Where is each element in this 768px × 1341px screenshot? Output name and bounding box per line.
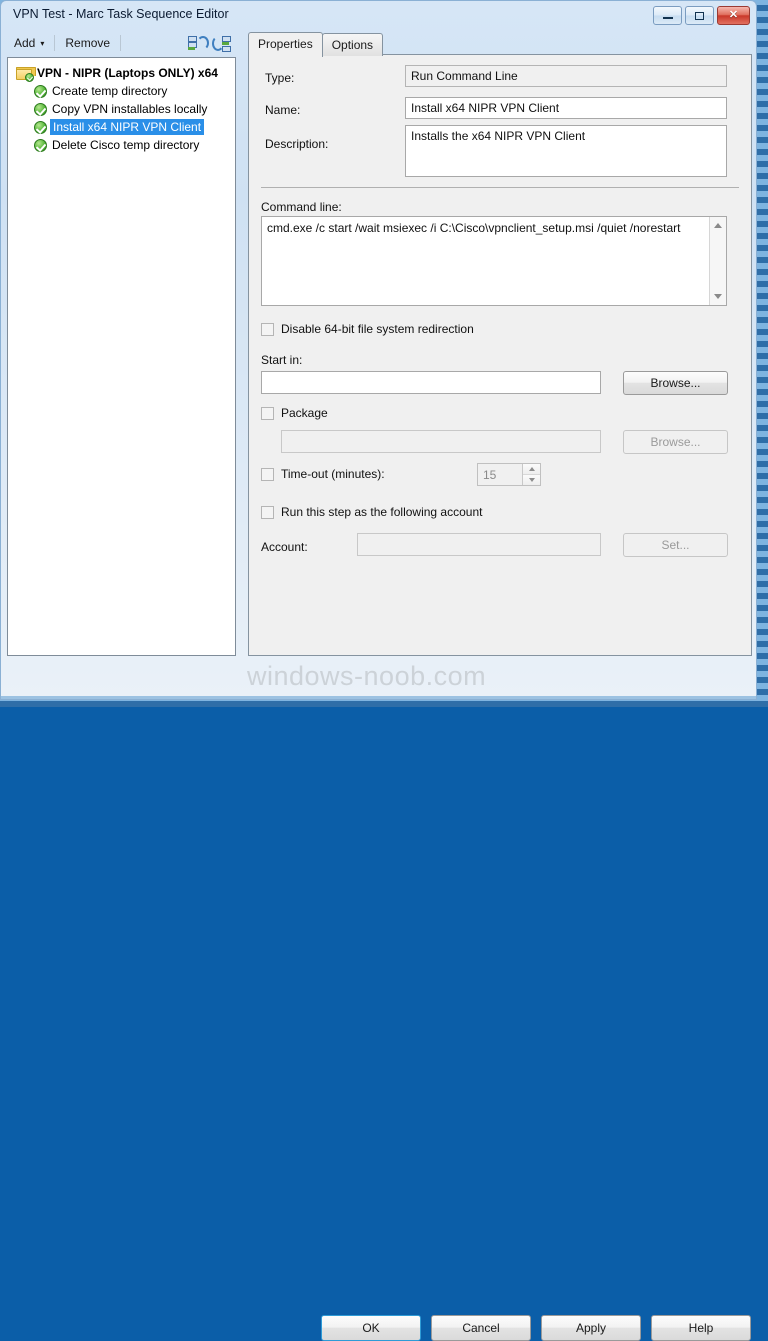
run-as-account-label: Run this step as the following account	[281, 505, 482, 519]
add-button-label: Add	[14, 36, 35, 50]
close-button[interactable]: ✕	[717, 6, 750, 25]
name-input[interactable]: Install x64 NIPR VPN Client	[405, 97, 727, 119]
maximize-button[interactable]	[685, 6, 714, 25]
ok-button[interactable]: OK	[321, 1315, 421, 1341]
scroll-up-icon[interactable]	[710, 217, 726, 234]
divider	[261, 187, 739, 188]
tree-node-copy-vpn-installables[interactable]: Copy VPN installables locally	[8, 100, 235, 118]
minimize-icon	[654, 7, 681, 24]
move-down-icon[interactable]	[211, 34, 233, 52]
folder-check-icon	[16, 67, 32, 80]
green-check-icon	[34, 121, 47, 134]
properties-panel: Type: Run Command Line Name: Install x64…	[248, 54, 752, 656]
add-button[interactable]: Add ▾	[7, 34, 51, 52]
start-in-input[interactable]	[261, 371, 601, 394]
task-sequence-editor-window: VPN Test - Marc Task Sequence Editor ✕ A…	[0, 0, 757, 700]
package-label: Package	[281, 406, 328, 420]
disable-redirection-checkbox[interactable]: Disable 64-bit file system redirection	[261, 322, 474, 336]
green-check-icon	[34, 85, 47, 98]
close-icon: ✕	[718, 7, 749, 24]
tree-toolbar: Add ▾ Remove	[7, 30, 235, 55]
start-in-browse-button[interactable]: Browse...	[623, 371, 728, 395]
package-browse-button: Browse...	[623, 430, 728, 454]
window-title: VPN Test - Marc Task Sequence Editor	[13, 7, 229, 21]
name-label: Name:	[265, 103, 300, 117]
start-in-label: Start in:	[261, 353, 302, 367]
command-line-value: cmd.exe /c start /wait msiexec /i C:\Cis…	[267, 221, 706, 235]
checkbox-box	[261, 468, 274, 481]
tree-node-label: Delete Cisco temp directory	[52, 138, 199, 152]
tree-node-label-selected: Install x64 NIPR VPN Client	[50, 119, 204, 135]
checkbox-box	[261, 407, 274, 420]
green-check-icon	[34, 139, 47, 152]
toolbar-separator	[54, 35, 55, 51]
checkbox-box	[261, 506, 274, 519]
timeout-checkbox[interactable]: Time-out (minutes):	[261, 467, 385, 481]
scroll-down-icon[interactable]	[710, 288, 726, 305]
tree-node-label: Copy VPN installables locally	[52, 102, 207, 116]
command-line-input[interactable]: cmd.exe /c start /wait msiexec /i C:\Cis…	[261, 216, 727, 306]
type-value: Run Command Line	[405, 65, 727, 87]
timeout-value: 15	[478, 464, 522, 485]
checkbox-box	[261, 323, 274, 336]
description-input[interactable]: Installs the x64 NIPR VPN Client	[405, 125, 727, 177]
command-line-label: Command line:	[261, 200, 342, 214]
move-up-icon[interactable]	[187, 34, 209, 52]
stepper-down-icon	[523, 474, 540, 485]
timeout-stepper: 15	[477, 463, 541, 486]
account-label: Account:	[261, 540, 308, 554]
title-bar: VPN Test - Marc Task Sequence Editor ✕	[1, 1, 756, 28]
tab-strip: Properties Options	[248, 32, 383, 56]
description-label: Description:	[265, 137, 328, 151]
tree-node-delete-cisco-temp-directory[interactable]: Delete Cisco temp directory	[8, 136, 235, 154]
cancel-button[interactable]: Cancel	[431, 1315, 531, 1341]
timeout-label: Time-out (minutes):	[281, 467, 385, 481]
help-button[interactable]: Help	[651, 1315, 751, 1341]
apply-button[interactable]: Apply	[541, 1315, 641, 1341]
task-sequence-tree-panel[interactable]: VPN - NIPR (Laptops ONLY) x64 Create tem…	[7, 57, 236, 656]
account-input	[357, 533, 601, 556]
stepper-up-icon	[523, 464, 540, 474]
run-as-account-checkbox[interactable]: Run this step as the following account	[261, 505, 482, 519]
tree-node-label: VPN - NIPR (Laptops ONLY) x64	[37, 66, 218, 80]
tree-node-install-x64-nipr-vpn-client[interactable]: Install x64 NIPR VPN Client	[8, 118, 235, 136]
dialog-footer: OK Cancel Apply Help	[1, 654, 756, 699]
package-checkbox[interactable]: Package	[261, 406, 328, 420]
remove-button[interactable]: Remove	[58, 34, 117, 52]
maximize-icon	[686, 7, 713, 24]
tree-node-label: Create temp directory	[52, 84, 167, 98]
tab-options[interactable]: Options	[322, 33, 383, 56]
tab-properties[interactable]: Properties	[248, 32, 323, 57]
command-line-scrollbar[interactable]	[709, 217, 726, 305]
toolbar-separator-2	[120, 35, 121, 51]
task-sequence-tree: VPN - NIPR (Laptops ONLY) x64 Create tem…	[8, 58, 235, 154]
disable-redirection-label: Disable 64-bit file system redirection	[281, 322, 474, 336]
tree-node-create-temp-directory[interactable]: Create temp directory	[8, 82, 235, 100]
account-set-button: Set...	[623, 533, 728, 557]
window-controls: ✕	[653, 6, 750, 25]
tree-node-group[interactable]: VPN - NIPR (Laptops ONLY) x64	[8, 64, 235, 82]
minimize-button[interactable]	[653, 6, 682, 25]
type-label: Type:	[265, 71, 294, 85]
green-check-icon	[34, 103, 47, 116]
chevron-down-icon: ▾	[40, 39, 44, 48]
package-input	[281, 430, 601, 453]
stepper-arrows	[522, 464, 540, 485]
